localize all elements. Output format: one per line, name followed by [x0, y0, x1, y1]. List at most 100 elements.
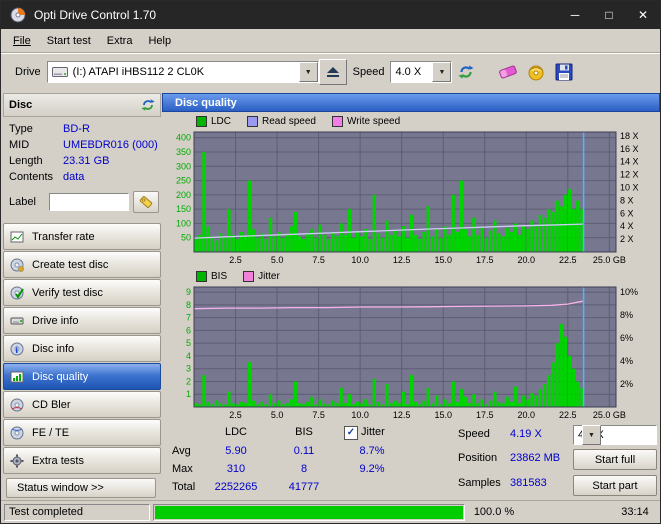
legend-swatch — [243, 270, 255, 282]
jitter-checkbox[interactable]: ✓ — [344, 426, 358, 440]
tag-icon — [139, 195, 154, 210]
test-speed-select[interactable]: 4.0 X ▼ — [573, 425, 657, 445]
menu-extra[interactable]: Extra — [99, 32, 141, 50]
sidebar-item-create-test-disc[interactable]: Create test disc — [3, 251, 161, 278]
svg-text:100: 100 — [176, 218, 191, 228]
disc-field-contents: Contents data — [9, 171, 161, 187]
svg-text:2.5: 2.5 — [229, 255, 242, 265]
max-jitter-value: 9.2% — [359, 463, 385, 475]
drive-icon — [51, 67, 68, 77]
svg-text:1: 1 — [186, 389, 191, 399]
max-bis-value: 8 — [300, 463, 308, 475]
app-icon — [10, 7, 26, 23]
field-value: data — [63, 171, 85, 183]
max-row-label: Max — [172, 463, 193, 475]
legend-item-bis: BIS — [196, 270, 227, 282]
sidebar-item-drive-info[interactable]: Drive info — [3, 307, 161, 334]
svg-text:17.5: 17.5 — [476, 410, 494, 420]
stats-panel: LDC BIS ✓ Jitter Avg 5.90 0.11 8.7% Max … — [168, 425, 657, 500]
start-full-button[interactable]: Start full — [573, 449, 657, 470]
legend-item-jitter: Jitter — [243, 270, 280, 282]
drive-select[interactable]: (I:) ATAPI iHBS112 2 CL0K ▼ — [46, 61, 319, 83]
sidebar-nav: Transfer rate Create test disc Verify test… — [3, 223, 161, 474]
chevron-down-icon[interactable]: ▼ — [298, 62, 318, 82]
chevron-down-icon[interactable]: ▼ — [432, 62, 452, 82]
field-label: Contents — [9, 171, 54, 183]
total-row-label: Total — [172, 481, 196, 493]
avg-ldc-value: 5.90 — [225, 445, 247, 457]
svg-text:400: 400 — [176, 133, 191, 143]
field-label: Length — [9, 155, 43, 167]
start-part-button[interactable]: Start part — [573, 475, 657, 496]
field-label: MID — [9, 139, 30, 151]
status-window-button[interactable]: Status window >> — [6, 478, 156, 498]
svg-text:7.5: 7.5 — [312, 410, 325, 420]
ldc-column-header: LDC — [224, 426, 247, 438]
close-button[interactable]: ✕ — [626, 1, 660, 29]
svg-text:25.0 GB: 25.0 GB — [593, 410, 626, 420]
disc-field-length: Length 23.31 GB — [9, 155, 161, 171]
speed-label: Speed — [352, 66, 385, 78]
drive-label: Drive — [15, 66, 41, 78]
sidebar-item-label: Extra tests — [32, 454, 84, 467]
minimize-button[interactable]: ─ — [558, 1, 592, 29]
disc-quality-header: Disc quality — [162, 93, 660, 112]
svg-text:12.5: 12.5 — [393, 255, 411, 265]
refresh-button[interactable] — [452, 59, 480, 85]
legend-label: Write speed — [346, 115, 401, 127]
chart2-legend: BIS Jitter — [162, 269, 660, 283]
sidebar-item-cd-bler[interactable]: CD Bler — [3, 391, 161, 418]
sidebar-item-fe-te[interactable]: FE / TE — [3, 419, 161, 446]
maximize-button[interactable]: □ — [592, 1, 626, 29]
write-label-button[interactable] — [133, 191, 159, 213]
sidebar-item-label: Verify test disc — [32, 286, 103, 299]
legend-swatch — [331, 115, 343, 127]
save-button[interactable] — [550, 59, 578, 85]
legend-swatch — [196, 270, 207, 282]
bis-column-header: BIS — [295, 426, 313, 438]
menu-file[interactable]: File — [5, 32, 39, 50]
sidebar-item-extra-tests[interactable]: Extra tests — [3, 447, 161, 474]
sidebar-item-disc-info[interactable]: i Disc info — [3, 335, 161, 362]
svg-text:4%: 4% — [620, 356, 633, 366]
samples-label: Samples — [458, 477, 501, 489]
label-input[interactable] — [49, 193, 129, 211]
progress-percent: 100.0 % — [473, 506, 515, 518]
svg-text:8: 8 — [186, 300, 191, 310]
disc-field-mid: MID UMEBDR016 (000) — [9, 139, 161, 155]
avg-row-label: Avg — [172, 445, 191, 457]
sidebar-item-transfer-rate[interactable]: Transfer rate — [3, 223, 161, 250]
svg-text:20.0: 20.0 — [518, 410, 536, 420]
label-label: Label — [9, 196, 36, 208]
chevron-down-icon[interactable]: ▼ — [582, 425, 601, 445]
svg-text:4: 4 — [186, 351, 191, 361]
speed-select[interactable]: 4.0 X ▼ — [390, 61, 453, 83]
chart1-legend: LDC Read speed Write speed — [162, 114, 660, 128]
menu-help[interactable]: Help — [140, 32, 179, 50]
disc-fields: Type BD-R MID UMEBDR016 (000) Length 23.31 GB… — [3, 117, 161, 187]
field-value: BD-R — [63, 123, 90, 135]
cd-bler-icon — [9, 398, 25, 412]
write-test-button[interactable] — [522, 59, 550, 85]
eject-button[interactable] — [318, 59, 347, 85]
svg-text:12.5: 12.5 — [393, 410, 411, 420]
svg-text:20.0: 20.0 — [518, 255, 536, 265]
sidebar-item-verify-test-disc[interactable]: Verify test disc — [3, 279, 161, 306]
position-value: 23862 MB — [510, 452, 561, 464]
avg-jitter-value: 8.7% — [359, 445, 385, 457]
svg-text:2%: 2% — [620, 379, 633, 389]
progress-bar — [153, 503, 465, 521]
svg-text:150: 150 — [176, 204, 191, 214]
svg-text:10 X: 10 X — [620, 182, 639, 192]
label-row: Label — [3, 189, 161, 215]
menu-start-test[interactable]: Start test — [39, 32, 99, 50]
sidebar-item-label: Transfer rate — [32, 230, 95, 243]
sidebar-item-label: Drive info — [32, 314, 79, 327]
field-value: UMEBDR016 (000) — [63, 139, 158, 151]
field-value: 23.31 GB — [63, 155, 110, 167]
svg-text:10%: 10% — [620, 287, 638, 297]
disc-refresh-button[interactable] — [141, 98, 155, 112]
svg-text:17.5: 17.5 — [476, 255, 494, 265]
sidebar-item-disc-quality[interactable]: Disc quality — [3, 363, 161, 390]
erase-disc-button[interactable] — [494, 59, 522, 85]
